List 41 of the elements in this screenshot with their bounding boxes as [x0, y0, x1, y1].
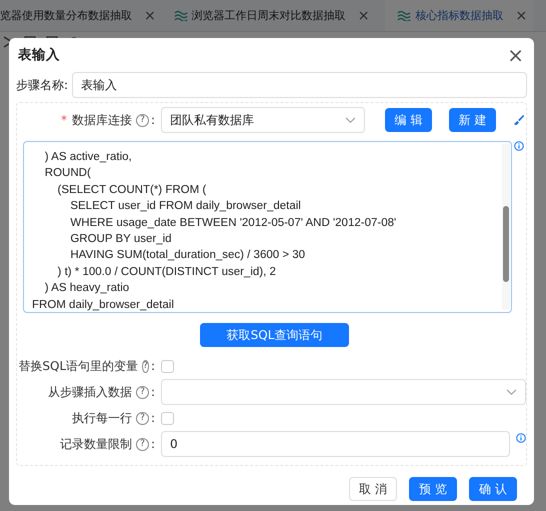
help-icon[interactable]: ? — [142, 360, 149, 372]
help-icon[interactable]: ? — [136, 386, 149, 398]
sql-editor[interactable]: ) AS active_ratio, ROUND( (SELECT COUNT(*) FROM ( SELECT user_id FROM daily_browser_detail WHERE usage_date BETWEEN '2012-05-07' AND '2012-07-08' GROUP BY user_id HAVING SUM(total_duration_sec) / 3600 > 30 ) t) * 100.0 / COUNT(DISTINCT user_id), 2 ) AS heavy_ratio FROM daily_browser_detail — [23, 141, 512, 313]
colon: : — [150, 359, 155, 373]
help-icon[interactable]: ? — [136, 412, 149, 424]
field-label: 数据库连接 — [72, 112, 132, 128]
info-icon[interactable] — [516, 433, 526, 443]
colon: : — [150, 113, 155, 127]
tab[interactable]: 浏览器工作日周末对比数据抽取 × — [162, 0, 376, 31]
colon: : — [150, 437, 155, 451]
close-icon[interactable]: × — [507, 45, 524, 65]
required-mark: * — [60, 113, 67, 127]
field-label: 从步骤插入数据 — [48, 384, 132, 400]
dialog-button[interactable]: 确 认 — [469, 477, 517, 501]
help-icon[interactable]: ? — [136, 438, 149, 450]
dialog-title: 表输入 — [18, 46, 60, 64]
checkbox[interactable] — [161, 360, 174, 372]
brush-icon[interactable] — [513, 114, 525, 126]
help-icon[interactable]: ? — [136, 114, 149, 126]
checkbox[interactable] — [161, 412, 174, 424]
colon: : — [150, 411, 155, 425]
connection-button[interactable]: 新 建 — [449, 108, 496, 132]
info-icon[interactable] — [514, 141, 524, 151]
scrollbar[interactable] — [502, 144, 510, 310]
field-label: 记录数量限制 — [60, 436, 132, 452]
close-icon[interactable]: × — [515, 8, 528, 24]
get-sql-button[interactable]: 获取SQL查询语句 — [200, 323, 349, 347]
limit-field[interactable]: 0 — [161, 431, 510, 457]
dialog-button[interactable]: 取 消 — [349, 477, 397, 501]
tab[interactable]: 核心指标数据抽取 × — [385, 0, 534, 31]
connection-button[interactable]: 编 辑 — [385, 108, 432, 132]
connection-select[interactable]: 团队私有数据库 — [161, 107, 365, 133]
dialog-button[interactable]: 预 览 — [409, 477, 457, 501]
field-label: 执行每一行 — [72, 410, 132, 426]
field-label: 步骤名称: — [16, 76, 68, 94]
colon: : — [150, 385, 155, 399]
tab[interactable]: 览器使用数量分布数据抽取 × — [0, 0, 162, 31]
step-name-field[interactable]: 表输入 — [72, 72, 527, 98]
chevron-down-icon[interactable] — [506, 389, 517, 396]
field-label: 替换SQL语句里的变量 — [18, 358, 138, 374]
chevron-down-icon[interactable] — [345, 117, 356, 124]
